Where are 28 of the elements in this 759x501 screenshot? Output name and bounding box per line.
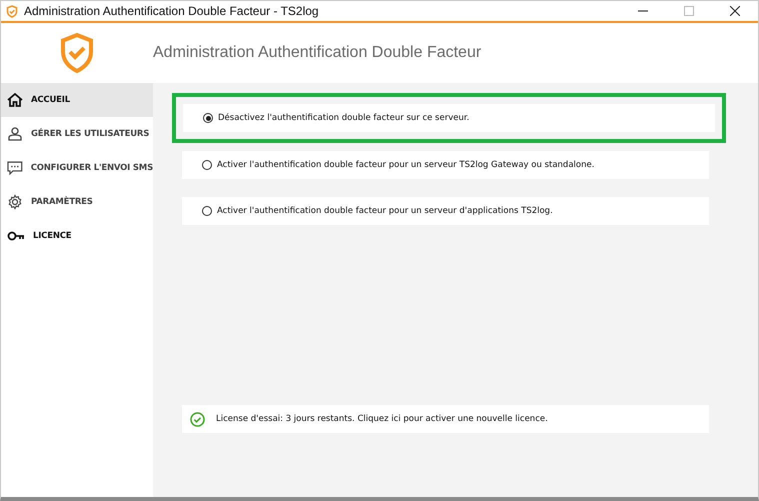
radio-button[interactable]: [202, 206, 212, 216]
shield-check-icon: [60, 33, 94, 73]
page-title: Administration Authentification Double Facteur: [153, 44, 482, 62]
window-title: Administration Authentification Double Facteur - TS2log: [24, 4, 320, 18]
chat-icon: [7, 161, 23, 175]
radio-button[interactable]: [203, 113, 213, 123]
sidebar-item[interactable]: GÉRER LES UTILISATEURS: [1, 117, 153, 151]
check-circle-icon: [190, 412, 205, 426]
home-icon: [7, 93, 23, 107]
option-card[interactable]: Désactivez l'authentification double facteur sur ce serveur.: [183, 104, 715, 132]
close-icon: [730, 6, 740, 16]
settings-icon: [7, 194, 23, 210]
sidebar-item[interactable]: ACCUEIL: [1, 83, 153, 117]
sidebar-item[interactable]: LICENCE: [1, 219, 153, 253]
maximize-icon: [684, 6, 694, 16]
option-card[interactable]: Activer l'authentification double facteur pour un serveur TS2log Gateway ou standalone.: [182, 151, 709, 179]
option-label: Activer l'authentification double facteur pour un serveur d'applications TS2log.: [217, 206, 553, 216]
sidebar-item[interactable]: PARAMÈTRES: [1, 185, 153, 219]
sidebar-item[interactable]: CONFIGURER L'ENVOI SMS: [1, 151, 153, 185]
key-icon: [7, 230, 25, 242]
option-card[interactable]: Activer l'authentification double facteur pour un serveur d'applications TS2log.: [182, 197, 709, 225]
license-message: License d'essai: 3 jours restants. Cliquez ici pour activer une nouvelle licence.: [216, 414, 548, 424]
option-label: Désactivez l'authentification double facteur sur ce serveur.: [218, 113, 470, 123]
license-bar[interactable]: License d'essai: 3 jours restants. Cliquez ici pour activer une nouvelle licence.: [182, 405, 709, 433]
user-icon: [7, 127, 23, 141]
option-label: Activer l'authentification double facteur pour un serveur TS2log Gateway ou standalone.: [217, 160, 594, 170]
shield-check-icon: [6, 4, 18, 18]
radio-button[interactable]: [202, 160, 212, 170]
